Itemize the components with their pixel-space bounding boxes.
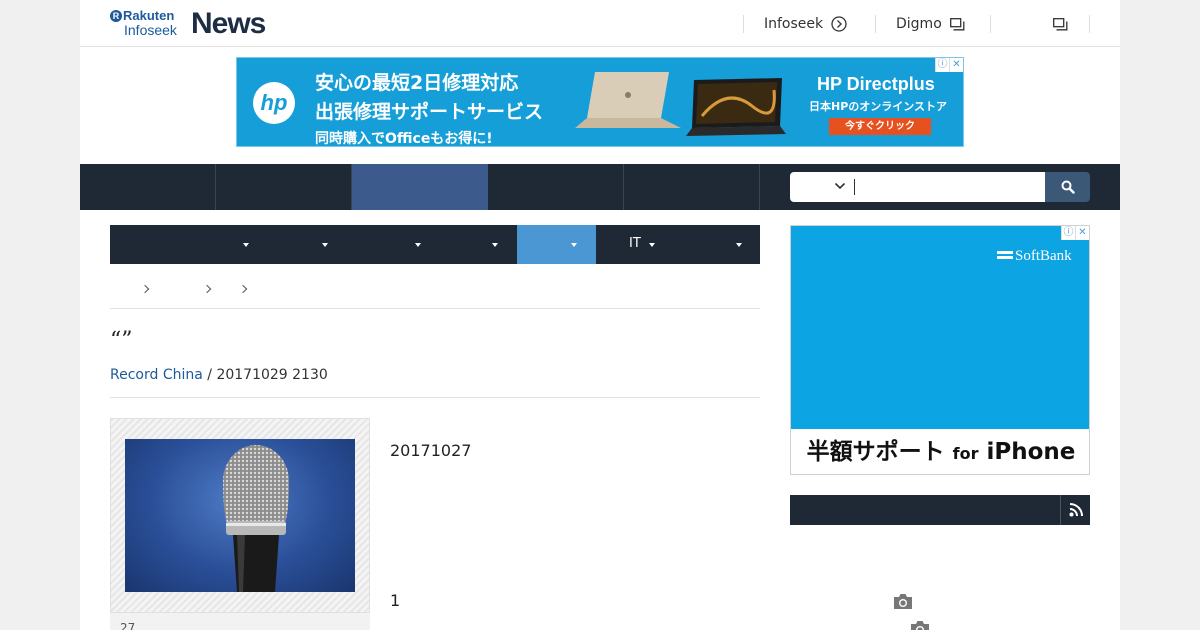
main-nav-tab-active[interactable] — [352, 164, 488, 210]
article-photo[interactable] — [125, 439, 355, 592]
ad-cta-button[interactable]: 今すぐクリック — [829, 118, 931, 135]
ad-line-3: 同時購入でOfficeもお得に! — [315, 131, 493, 147]
search-button[interactable] — [1045, 172, 1090, 202]
external-window-icon — [1053, 17, 1068, 30]
external-window-icon — [949, 17, 965, 30]
laptop-image — [575, 72, 681, 128]
header-link-label: Infoseek — [764, 16, 824, 32]
main-nav-tab[interactable] — [80, 164, 216, 210]
page: R Rakuten Infoseek News Infoseek Digmo hp… — [80, 0, 1120, 630]
microphone-image — [223, 445, 289, 592]
text-cursor — [854, 179, 855, 195]
ad-line-1: 安心の最短2日修理対応 — [315, 72, 519, 94]
tagline-for: for — [952, 444, 979, 463]
rakuten-wordmark: R Rakuten — [110, 8, 174, 23]
header-link-external[interactable] — [990, 15, 1090, 33]
ad-brand: HP Directplus — [817, 74, 935, 94]
rss-button[interactable] — [1060, 495, 1090, 525]
tagline-part: 半額サポート — [806, 439, 945, 465]
breadcrumb-chevron-icon — [238, 284, 248, 294]
breadcrumb-chevron-icon — [140, 284, 150, 294]
dropdown-arrow-icon[interactable] — [492, 243, 498, 247]
article-title: “” — [110, 328, 133, 353]
article-body-number: 1 — [390, 591, 401, 610]
ad-close-icon[interactable]: ✕ — [949, 58, 963, 72]
article-date: 20171029 2130 — [216, 367, 328, 383]
dropdown-arrow-icon[interactable] — [243, 243, 249, 247]
softbank-logo: SoftBank — [997, 248, 1072, 265]
dropdown-arrow-icon[interactable] — [736, 243, 742, 247]
chevron-down-icon[interactable] — [834, 181, 846, 191]
arrow-circle-icon — [831, 16, 847, 32]
camera-icon — [911, 621, 929, 630]
adchoices[interactable]: ⓘ ✕ — [935, 58, 963, 72]
main-nav — [80, 164, 1120, 210]
dropdown-arrow-icon[interactable] — [415, 243, 421, 247]
search-input[interactable] — [790, 172, 1045, 202]
infoseek-text: Infoseek — [124, 22, 177, 38]
site-header: R Rakuten Infoseek News Infoseek Digmo — [80, 0, 1120, 47]
dropdown-arrow-icon[interactable] — [571, 243, 577, 247]
meta-separator: / — [202, 367, 217, 383]
article-source-link[interactable]: Record China — [110, 367, 203, 383]
rss-icon — [1069, 503, 1083, 517]
header-link-infoseek[interactable]: Infoseek — [743, 15, 875, 33]
ad-tagline: 半額サポート for iPhone — [791, 429, 1089, 474]
softbank-text: SoftBank — [1015, 248, 1072, 264]
main-nav-tab[interactable] — [488, 164, 624, 210]
breadcrumb-chevron-icon — [202, 284, 212, 294]
category-tab-active[interactable] — [517, 225, 596, 264]
softbank-side-ad[interactable]: SoftBank ⓘ ✕ 半額サポート for iPhone — [790, 225, 1090, 475]
search-icon — [1061, 180, 1075, 194]
article-meta: Record China / 20171029 2130 — [110, 367, 760, 398]
laptop-image — [686, 78, 786, 136]
tagline-iphone: iPhone — [986, 439, 1076, 465]
breadcrumb — [110, 282, 760, 309]
hp-banner-ad[interactable]: hp 安心の最短2日修理対応 出張修理サポートサービス 同時購入でOfficeも… — [236, 57, 964, 147]
main-nav-tab[interactable] — [216, 164, 352, 210]
ad-subtitle: 日本HPのオンラインストア — [809, 100, 948, 113]
ad-info-icon[interactable]: ⓘ — [1061, 226, 1075, 240]
softbank-bars-icon — [997, 251, 1013, 261]
ranking-header — [790, 495, 1090, 525]
dropdown-arrow-icon[interactable] — [322, 243, 328, 247]
category-tab-it[interactable]: IT — [629, 236, 641, 251]
rakuten-r-icon: R — [110, 10, 122, 22]
rakuten-text: Rakuten — [123, 8, 175, 23]
article-body-date: 20171027 — [390, 441, 472, 460]
photo-caption: 27 — [110, 613, 370, 630]
search-form — [790, 172, 1090, 202]
hp-logo: hp — [253, 82, 295, 124]
dropdown-arrow-icon[interactable] — [649, 243, 655, 247]
ad-copy: 安心の最短2日修理対応 出張修理サポートサービス 同時購入でOfficeもお得に… — [315, 68, 544, 147]
category-nav: IT — [110, 225, 760, 264]
header-link-label: Digmo — [896, 16, 942, 32]
news-text: News — [191, 7, 266, 40]
ad-close-icon[interactable]: ✕ — [1075, 226, 1089, 240]
article-photo-frame — [110, 418, 370, 613]
camera-icon — [894, 594, 912, 609]
adchoices[interactable]: ⓘ ✕ — [1061, 226, 1089, 240]
header-link-digmo[interactable]: Digmo — [875, 15, 991, 33]
main-nav-tab[interactable] — [624, 164, 760, 210]
ad-info-icon[interactable]: ⓘ — [935, 58, 949, 72]
ad-line-2: 出張修理サポートサービス — [315, 101, 544, 123]
